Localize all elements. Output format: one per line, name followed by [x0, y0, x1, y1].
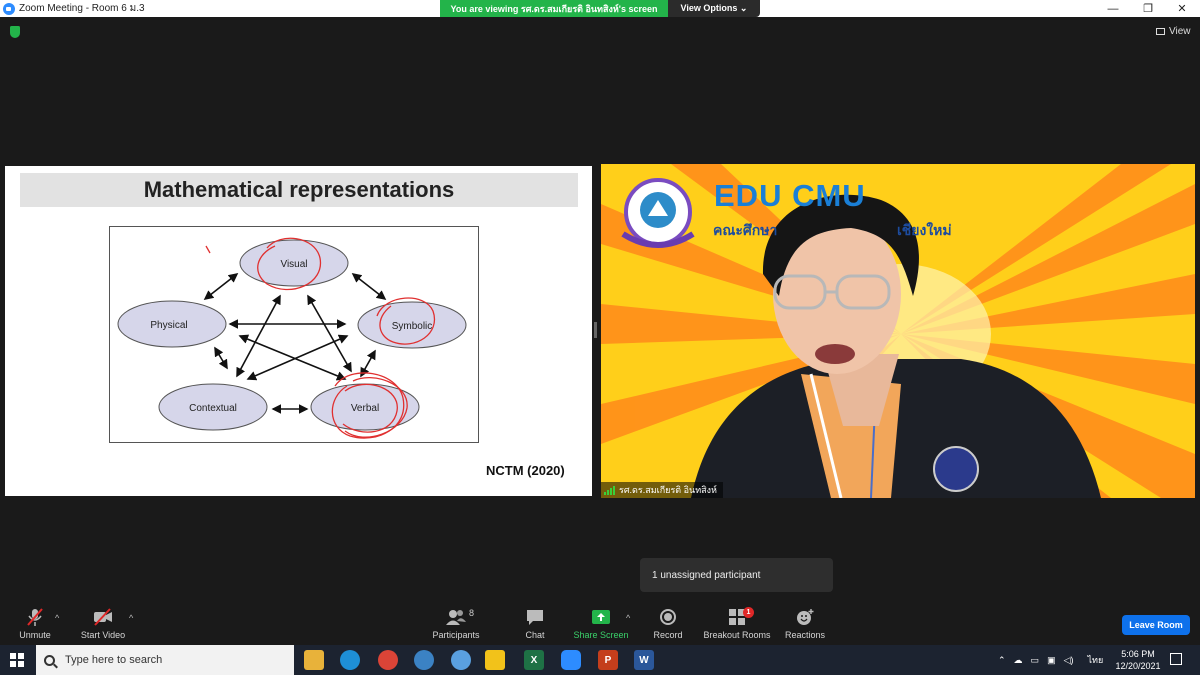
node-label-verbal: Verbal [351, 403, 379, 414]
volume-icon[interactable]: ◁) [1064, 655, 1074, 666]
start-video-button[interactable]: Start Video [68, 605, 138, 640]
network-icon[interactable]: ▣ [1047, 655, 1056, 666]
sunburst-background [601, 164, 1195, 498]
split-view-divider[interactable] [594, 322, 597, 338]
view-button-label: View [1169, 26, 1191, 37]
unassigned-participant-tooltip: 1 unassigned participant [640, 558, 833, 592]
unmute-button[interactable]: Unmute [0, 605, 70, 640]
zoom-taskbar-icon[interactable] [561, 650, 581, 670]
participants-label: Participants [432, 630, 480, 640]
participants-icon: 8 [445, 607, 474, 627]
view-button[interactable]: View [1156, 26, 1191, 37]
representations-diagram: Visual Physical Symbolic Contextual Verb… [117, 237, 467, 439]
chrome-browser-icon[interactable] [378, 650, 398, 670]
breakout-rooms-button[interactable]: 1 Breakout Rooms [702, 605, 772, 640]
clock-date: 12/20/2021 [1115, 661, 1161, 671]
unmute-label: Unmute [19, 630, 51, 640]
search-icon [44, 654, 55, 666]
share-screen-label: Share Screen [573, 630, 629, 640]
minimize-button[interactable]: — [1095, 0, 1131, 17]
slide-citation: NCTM (2020) [486, 463, 565, 478]
shared-screen-slide: Mathematical representations Visual Phys… [5, 166, 592, 496]
share-screen-icon [590, 607, 612, 627]
breakout-rooms-label: Breakout Rooms [703, 630, 771, 640]
clock-time: 5:06 PM [1121, 649, 1155, 659]
participant-name: รศ.ดร.สมเกียรติ อินทสิงห์ [619, 485, 717, 495]
meeting-toolbar: Unmute ^ Start Video ^ 8 Participants Ch… [0, 605, 1200, 645]
system-tray: ⌃ ☁ ▭ ▣ ◁) ไทย [998, 645, 1103, 675]
file-explorer-icon[interactable] [304, 650, 324, 670]
excel-icon[interactable]: X [524, 650, 544, 670]
node-label-visual: Visual [280, 259, 307, 270]
record-button[interactable]: Record [633, 605, 703, 640]
zoom-window: Zoom Meeting - Room 6 ม.3 — ❐ ✕ You are … [0, 0, 1200, 675]
edge-browser-icon[interactable] [340, 650, 360, 670]
close-button[interactable]: ✕ [1164, 0, 1200, 17]
word-icon[interactable]: W [634, 650, 654, 670]
signal-strength-icon [604, 485, 615, 495]
speaker-video-tile: EDU CMU คณะศึกษา เชียงใหม่ รศ.ดร.สมเกียร… [601, 164, 1195, 498]
zoom-logo-icon [3, 2, 15, 15]
chat-button[interactable]: Chat [500, 605, 570, 640]
start-video-label: Start Video [80, 630, 126, 640]
record-label: Record [653, 630, 683, 640]
notifications-icon[interactable] [1170, 653, 1182, 665]
participants-count: 8 [469, 608, 475, 618]
participant-name-tag: รศ.ดร.สมเกียรติ อินทสิงห์ [601, 482, 723, 498]
battery-icon[interactable]: ▭ [1031, 655, 1040, 666]
viewing-banner: You are viewing รศ.ดร.สมเกียรติ อินทสิงห… [440, 0, 668, 17]
grid-icon [1156, 28, 1165, 35]
video-off-icon [92, 607, 114, 627]
audio-options-caret[interactable]: ^ [55, 613, 59, 623]
restore-button[interactable]: ❐ [1130, 0, 1166, 17]
video-options-caret[interactable]: ^ [129, 613, 133, 623]
reactions-icon [794, 607, 816, 627]
cloud-app-icon[interactable] [414, 650, 434, 670]
taskbar-search-box[interactable]: Type here to search [36, 645, 294, 675]
tray-chevron-icon[interactable]: ⌃ [998, 655, 1006, 666]
share-options-caret[interactable]: ^ [626, 613, 630, 623]
windows-taskbar: Type here to search X P W ⌃ ☁ ▭ ▣ ◁) ไทย… [0, 645, 1200, 675]
powerpoint-icon[interactable]: P [598, 650, 618, 670]
chat-label: Chat [525, 630, 545, 640]
breakout-rooms-badge: 1 [743, 607, 754, 618]
windows-start-icon[interactable] [10, 653, 24, 667]
node-label-symbolic: Symbolic [392, 321, 433, 332]
window-title: Zoom Meeting - Room 6 ม.3 [19, 3, 145, 14]
record-icon [657, 607, 679, 627]
node-label-physical: Physical [150, 320, 187, 331]
reactions-button[interactable]: Reactions [770, 605, 840, 640]
node-label-contextual: Contextual [189, 403, 237, 414]
edu-cmu-banner-title: EDU CMU [714, 178, 866, 213]
reactions-label: Reactions [784, 630, 826, 640]
globe-app-icon[interactable] [451, 650, 471, 670]
edu-cmu-banner-sub-right: เชียงใหม่ [897, 222, 952, 238]
language-indicator[interactable]: ไทย [1088, 653, 1104, 667]
leave-room-button[interactable]: Leave Room [1122, 615, 1190, 635]
onedrive-cloud-icon[interactable]: ☁ [1014, 655, 1023, 666]
participants-button[interactable]: 8 Participants [421, 605, 491, 640]
view-options-button[interactable]: View Options ⌄ [668, 0, 760, 17]
muted-microphone-icon [24, 607, 46, 627]
edu-cmu-banner-sub-left: คณะศึกษา [713, 222, 778, 238]
breakout-rooms-icon: 1 [726, 607, 754, 627]
sticky-notes-icon[interactable] [485, 650, 505, 670]
taskbar-search-placeholder: Type here to search [65, 654, 163, 666]
taskbar-clock[interactable]: 5:06 PM 12/20/2021 [1110, 648, 1166, 672]
chat-bubble-icon [524, 607, 546, 627]
security-shield-icon[interactable] [10, 26, 20, 38]
